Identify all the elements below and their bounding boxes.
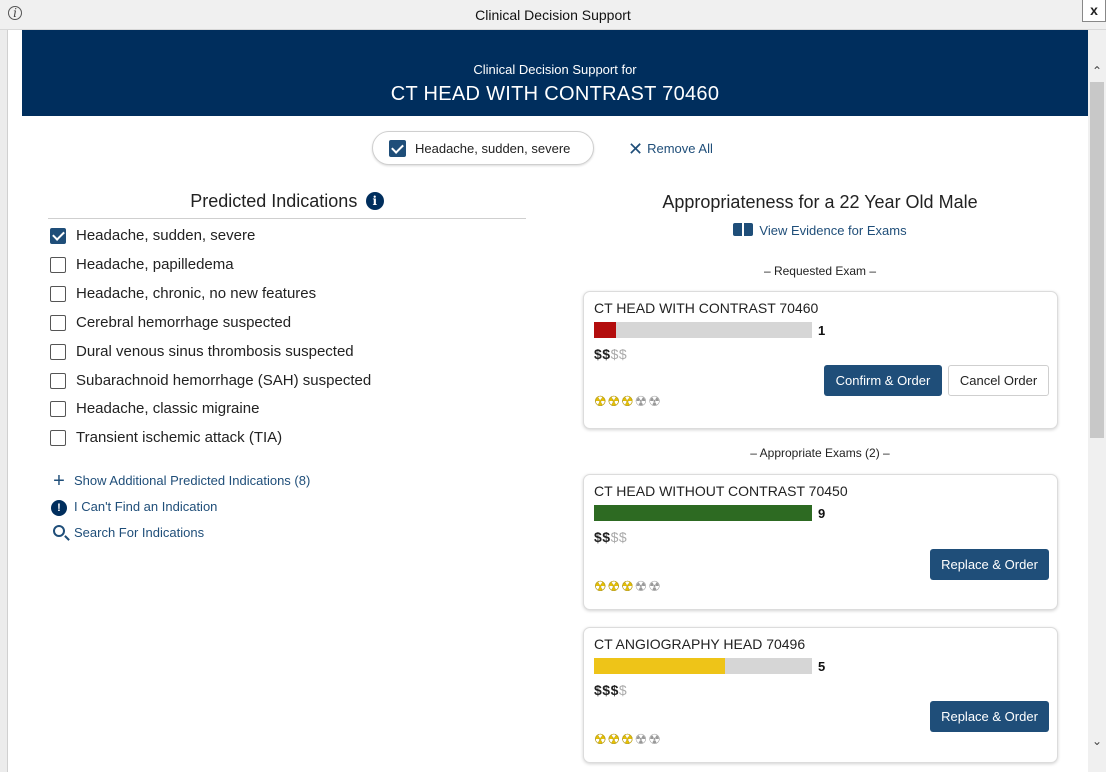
show-additional-label: Show Additional Predicted Indications (8… bbox=[74, 473, 311, 488]
appropriateness-bar-fill bbox=[594, 322, 616, 338]
checkbox-icon[interactable] bbox=[50, 344, 66, 360]
appropriateness-bar-fill bbox=[594, 505, 812, 521]
requested-exam-label: – Requested Exam – bbox=[763, 264, 877, 278]
exam-card-appropriate: CT ANGIOGRAPHY HEAD 70496 5 $$$$ ☢☢☢☢☢ R… bbox=[583, 627, 1058, 763]
cost-indicator: $$$$ bbox=[594, 346, 628, 362]
remove-all-label: Remove All bbox=[647, 141, 713, 156]
checkbox-icon[interactable] bbox=[50, 286, 66, 302]
scroll-down-icon[interactable]: ⌄ bbox=[1088, 734, 1106, 750]
plus-icon: + bbox=[53, 470, 65, 492]
checkbox-checked-icon[interactable] bbox=[389, 140, 406, 157]
appropriateness-bar bbox=[594, 658, 812, 674]
radiation-icons: ☢☢☢☢☢ bbox=[594, 578, 662, 594]
appropriateness-score: 9 bbox=[818, 506, 826, 521]
banner-exam-title: CT HEAD WITH CONTRAST 70460 bbox=[390, 83, 720, 105]
header-banner: Clinical Decision Support for CT HEAD WI… bbox=[22, 30, 1088, 116]
indication-label: Headache, classic migraine bbox=[76, 400, 260, 417]
scrollbar-thumb[interactable] bbox=[1090, 82, 1104, 438]
checkbox-icon[interactable] bbox=[50, 315, 66, 331]
indication-label: Headache, papilledema bbox=[76, 256, 234, 273]
checkbox-icon[interactable] bbox=[50, 257, 66, 273]
appropriate-exams-label: – Appropriate Exams (2) – bbox=[750, 446, 890, 460]
scroll-up-icon[interactable]: ⌃ bbox=[1088, 64, 1106, 80]
exam-name: CT HEAD WITH CONTRAST 70460 bbox=[594, 300, 819, 316]
window-title: Clinical Decision Support bbox=[475, 7, 631, 23]
view-evidence-link[interactable]: View Evidence for Exams bbox=[570, 223, 1070, 238]
cost-indicator: $$$$ bbox=[594, 682, 628, 698]
window-frame-left bbox=[0, 30, 8, 772]
exam-card-requested: CT HEAD WITH CONTRAST 70460 1 $$$$ ☢☢☢☢☢… bbox=[583, 291, 1058, 429]
selected-indication-chip[interactable]: Headache, sudden, severe bbox=[372, 131, 594, 165]
appropriateness-bar-fill bbox=[594, 658, 725, 674]
replace-order-button[interactable]: Replace & Order bbox=[930, 701, 1049, 732]
cant-find-indication-link[interactable]: ! I Can't Find an Indication bbox=[50, 499, 217, 516]
checkbox-icon[interactable] bbox=[50, 373, 66, 389]
appropriateness-score: 1 bbox=[818, 323, 826, 338]
info-icon[interactable]: i bbox=[365, 192, 384, 210]
appropriateness-score: 5 bbox=[818, 659, 826, 674]
appropriateness-bar bbox=[594, 505, 812, 521]
indication-label: Headache, sudden, severe bbox=[76, 227, 256, 244]
book-icon bbox=[733, 223, 754, 236]
window-titlebar: i Clinical Decision Support x bbox=[0, 0, 1106, 30]
replace-order-button[interactable]: Replace & Order bbox=[930, 549, 1049, 580]
banner-subtitle: Clinical Decision Support for bbox=[473, 62, 637, 77]
radiation-icons: ☢☢☢☢☢ bbox=[594, 731, 662, 747]
checkbox-icon[interactable] bbox=[50, 401, 66, 417]
search-icon bbox=[50, 525, 68, 540]
close-icon: ✕ bbox=[628, 139, 644, 159]
cant-find-label: I Can't Find an Indication bbox=[74, 499, 218, 514]
cost-indicator: $$$$ bbox=[594, 529, 628, 545]
exclamation-icon: ! bbox=[50, 499, 68, 516]
view-evidence-label: View Evidence for Exams bbox=[759, 223, 907, 238]
predicted-indications-title: Predicted Indications bbox=[190, 191, 358, 211]
indication-label: Cerebral hemorrhage suspected bbox=[76, 314, 292, 331]
cancel-order-button[interactable]: Cancel Order bbox=[948, 365, 1049, 396]
chip-label: Headache, sudden, severe bbox=[415, 141, 571, 156]
indication-label: Dural venous sinus thrombosis suspected bbox=[76, 343, 354, 360]
radiation-icons: ☢☢☢☢☢ bbox=[594, 393, 662, 409]
confirm-order-button[interactable]: Confirm & Order bbox=[824, 365, 942, 396]
vertical-scrollbar[interactable]: ⌃ ⌄ bbox=[1088, 30, 1106, 772]
exam-card-appropriate: CT HEAD WITHOUT CONTRAST 70450 9 $$$$ ☢☢… bbox=[583, 474, 1058, 610]
checkbox-icon[interactable] bbox=[50, 430, 66, 446]
remove-all-button[interactable]: ✕ Remove All bbox=[628, 139, 713, 160]
exam-name: CT HEAD WITHOUT CONTRAST 70450 bbox=[594, 483, 848, 499]
indication-label: Transient ischemic attack (TIA) bbox=[76, 429, 283, 446]
appropriateness-title: Appropriateness for a 22 Year Old Male bbox=[662, 192, 978, 212]
checkbox-checked-icon[interactable] bbox=[50, 228, 66, 244]
close-button[interactable]: x bbox=[1082, 0, 1106, 22]
search-indications-link[interactable]: Search For Indications bbox=[50, 525, 204, 540]
search-indications-label: Search For Indications bbox=[74, 525, 205, 540]
indication-label: Headache, chronic, no new features bbox=[76, 285, 317, 302]
exam-name: CT ANGIOGRAPHY HEAD 70496 bbox=[594, 636, 806, 652]
indication-label: Subarachnoid hemorrhage (SAH) suspected bbox=[76, 372, 372, 389]
show-additional-indications-link[interactable]: + Show Additional Predicted Indications (… bbox=[50, 470, 311, 492]
appropriateness-bar bbox=[594, 322, 812, 338]
predicted-indications-header: Predicted Indications i bbox=[48, 191, 526, 219]
